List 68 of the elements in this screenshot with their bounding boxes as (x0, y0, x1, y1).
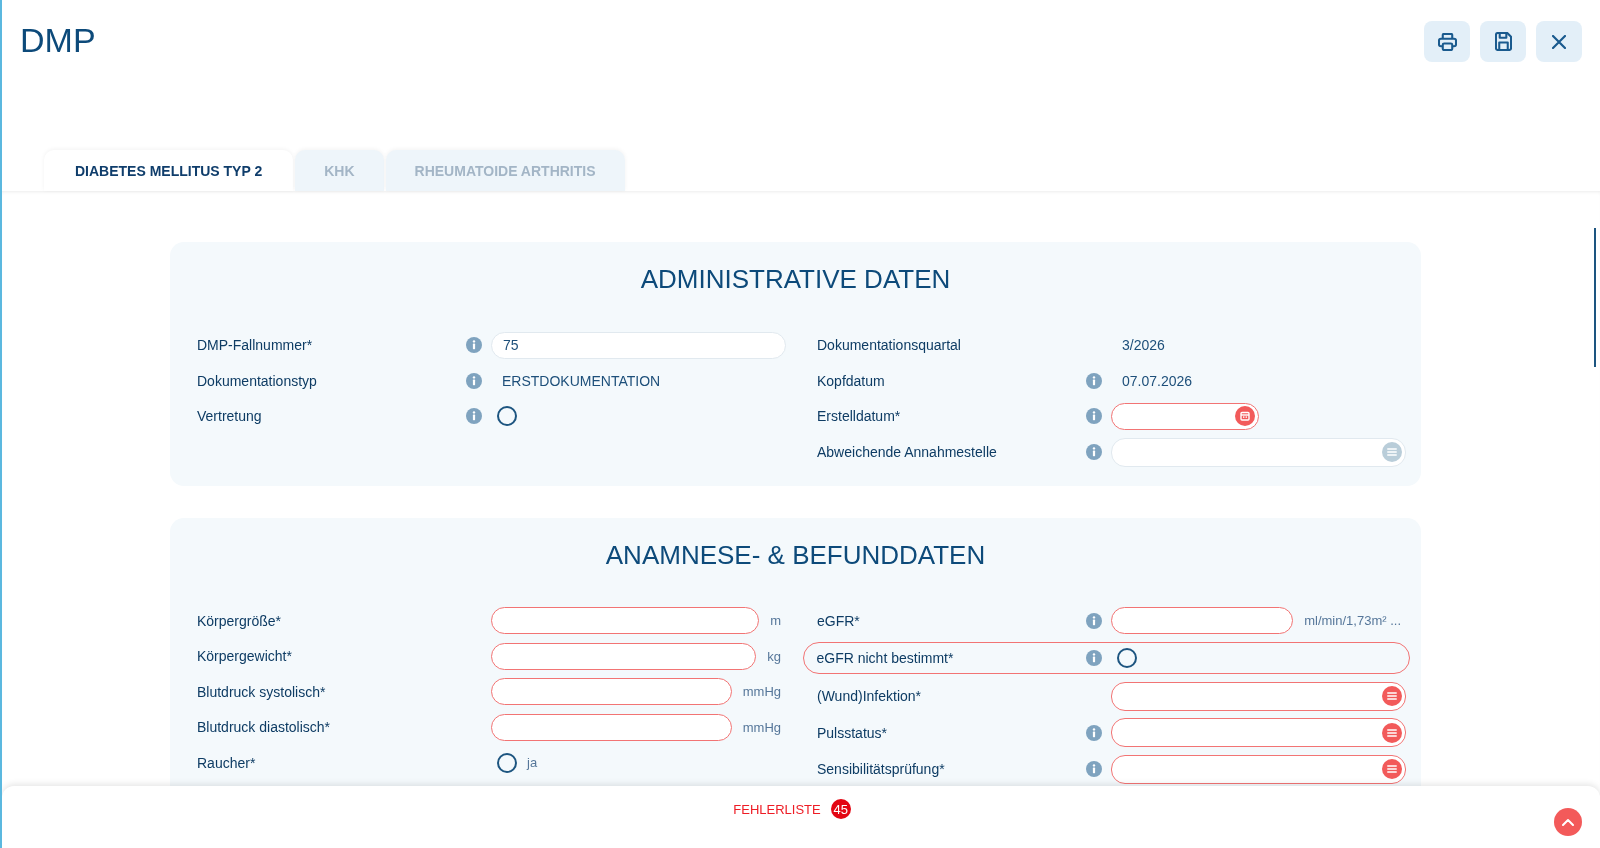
menu-icon[interactable] (1382, 442, 1402, 462)
field-label: Dokumentationstyp (197, 372, 317, 389)
field-label: Vertretung (197, 408, 262, 424)
text-field[interactable] (491, 642, 757, 670)
info-icon[interactable] (466, 337, 482, 353)
calendar-icon[interactable] (1235, 406, 1255, 426)
field-label: Kopfdatum (817, 372, 885, 389)
select-field[interactable] (1111, 718, 1406, 747)
info-icon[interactable] (1085, 650, 1102, 666)
text-field[interactable] (491, 678, 732, 705)
field-label: Abweichende Annahmestelle (817, 444, 997, 460)
date-field[interactable] (1111, 402, 1259, 430)
section-title: ANAMNESE- & BEFUNDDATEN (604, 539, 987, 570)
info-icon[interactable] (466, 372, 482, 389)
field-label: eGFR nicht bestimmt* (816, 650, 954, 666)
field-value: ERSTDOKUMENTATION (501, 372, 661, 389)
field-label: Erstelldatum* (817, 408, 901, 424)
menu-icon[interactable] (1382, 759, 1402, 779)
field-value: 07.07.2026 (1121, 372, 1193, 389)
close-button[interactable] (1536, 21, 1582, 62)
text-field[interactable] (491, 607, 760, 634)
save-button[interactable] (1480, 21, 1526, 62)
scrollbar-thumb[interactable] (1594, 228, 1596, 367)
unit-label: ml/min/1,73m² ... (1304, 613, 1401, 628)
error-count-badge: 45 (830, 799, 851, 819)
section-title: ADMINISTRATIVE DATEN (639, 264, 952, 294)
info-icon[interactable] (1086, 612, 1102, 629)
menu-icon[interactable] (1382, 686, 1402, 706)
select-field[interactable] (1111, 754, 1406, 784)
text-field[interactable] (491, 713, 732, 741)
field-label: Raucher* (197, 754, 256, 771)
print-button[interactable] (1424, 21, 1470, 62)
field-label: DMP-Fallnummer* (197, 337, 313, 353)
unit-label: m (770, 613, 781, 628)
unit-label: mmHg (742, 719, 781, 735)
unit-label: mmHg (742, 684, 781, 699)
field-label: Blutdruck systolisch* (197, 683, 326, 700)
info-icon[interactable] (1086, 408, 1102, 424)
field-label: Körpergewicht* (197, 648, 292, 664)
info-icon[interactable] (1086, 444, 1102, 460)
field-label: eGFR* (817, 612, 860, 629)
field-label: Blutdruck diastolisch* (197, 719, 331, 735)
field-label: Dokumentationsquartal (817, 337, 961, 353)
info-icon[interactable] (1086, 372, 1102, 389)
scroll-up-button[interactable] (1554, 808, 1582, 836)
info-icon[interactable] (1086, 724, 1102, 741)
radio-button[interactable] (497, 752, 517, 773)
select-field[interactable] (1111, 681, 1406, 711)
info-icon[interactable] (1086, 761, 1102, 777)
radio-option-label[interactable]: ja (527, 755, 538, 770)
text-field[interactable]: 75 (491, 331, 786, 359)
tab[interactable]: DIABETES MELLITUS TYP 2 (44, 150, 294, 191)
text-field[interactable] (1111, 607, 1294, 634)
unit-label: kg (767, 648, 781, 664)
field-label: Körpergröße* (197, 612, 282, 629)
field-value: 3/2026 (1121, 337, 1165, 353)
printer-icon (1437, 32, 1457, 51)
chevron-up-icon (1562, 818, 1574, 826)
radio-button[interactable] (1116, 648, 1137, 668)
page-title: DMP (20, 20, 96, 60)
menu-icon[interactable] (1382, 722, 1402, 743)
field-label: (Wund)Infektion* (817, 688, 921, 704)
field-label: Pulsstatus* (817, 724, 888, 741)
close-icon (1552, 34, 1566, 49)
info-icon[interactable] (466, 408, 482, 424)
radio-button[interactable] (497, 406, 517, 426)
field-label: Sensibilitätsprüfung* (817, 761, 945, 777)
error-list-link[interactable]: FEHLERLISTE (733, 801, 821, 817)
